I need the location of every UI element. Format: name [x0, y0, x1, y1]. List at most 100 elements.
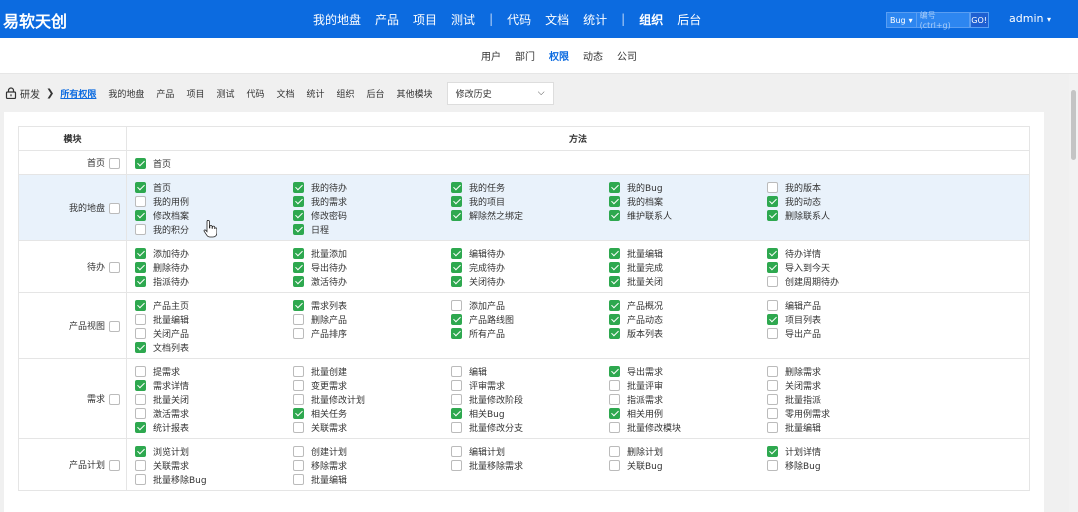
method-item[interactable]: 维护联系人 [609, 209, 767, 222]
method-checkbox[interactable] [451, 408, 462, 419]
sub-nav-item[interactable]: 用户 [481, 48, 501, 63]
method-checkbox[interactable] [293, 182, 304, 193]
method-checkbox[interactable] [293, 408, 304, 419]
method-checkbox[interactable] [293, 210, 304, 221]
method-checkbox[interactable] [135, 474, 146, 485]
method-item[interactable]: 批量修改分支 [451, 421, 609, 434]
method-item[interactable]: 我的项目 [451, 195, 609, 208]
method-checkbox[interactable] [609, 446, 620, 457]
method-item[interactable]: 待办详情 [767, 247, 925, 260]
method-item[interactable]: 删除产品 [293, 313, 451, 326]
method-checkbox[interactable] [767, 276, 778, 287]
method-item[interactable]: 我的Bug [609, 181, 767, 194]
method-checkbox[interactable] [451, 460, 462, 471]
sub-nav-item[interactable]: 部门 [515, 48, 535, 63]
user-menu[interactable]: admin ▾ [1009, 12, 1051, 25]
method-checkbox[interactable] [767, 262, 778, 273]
method-item[interactable]: 首页 [135, 157, 293, 170]
method-checkbox[interactable] [767, 408, 778, 419]
method-item[interactable]: 编辑 [451, 365, 609, 378]
toolbar-module-item[interactable]: 代码 [246, 87, 264, 100]
method-checkbox[interactable] [135, 276, 146, 287]
method-checkbox[interactable] [767, 328, 778, 339]
main-nav-item[interactable]: 测试 [451, 11, 475, 28]
method-checkbox[interactable] [609, 210, 620, 221]
method-checkbox[interactable] [767, 248, 778, 259]
method-checkbox[interactable] [293, 474, 304, 485]
toolbar-module-item[interactable]: 项目 [186, 87, 204, 100]
method-checkbox[interactable] [135, 196, 146, 207]
method-item[interactable]: 我的需求 [293, 195, 451, 208]
toolbar-module-item[interactable]: 文档 [276, 87, 294, 100]
main-nav-item[interactable]: 我的地盘 [313, 11, 361, 28]
method-checkbox[interactable] [451, 446, 462, 457]
method-item[interactable]: 编辑计划 [451, 445, 609, 458]
method-checkbox[interactable] [609, 314, 620, 325]
method-checkbox[interactable] [293, 262, 304, 273]
method-checkbox[interactable] [293, 314, 304, 325]
method-checkbox[interactable] [451, 262, 462, 273]
method-item[interactable]: 我的用例 [135, 195, 293, 208]
method-checkbox[interactable] [767, 314, 778, 325]
method-checkbox[interactable] [767, 380, 778, 391]
method-item[interactable]: 导出需求 [609, 365, 767, 378]
method-checkbox[interactable] [293, 380, 304, 391]
method-item[interactable]: 版本列表 [609, 327, 767, 340]
method-item[interactable]: 文档列表 [135, 341, 293, 354]
module-checkbox[interactable] [109, 321, 120, 332]
method-item[interactable]: 关联Bug [609, 459, 767, 472]
method-checkbox[interactable] [135, 366, 146, 377]
method-item[interactable]: 首页 [135, 181, 293, 194]
method-item[interactable]: 批量修改阶段 [451, 393, 609, 406]
method-checkbox[interactable] [135, 460, 146, 471]
method-item[interactable]: 批量创建 [293, 365, 451, 378]
method-item[interactable]: 批量修改模块 [609, 421, 767, 434]
method-checkbox[interactable] [451, 196, 462, 207]
method-item[interactable]: 关联需求 [135, 459, 293, 472]
method-checkbox[interactable] [767, 460, 778, 471]
method-item[interactable]: 批量移除需求 [451, 459, 609, 472]
method-checkbox[interactable] [135, 422, 146, 433]
method-item[interactable]: 指派待办 [135, 275, 293, 288]
toolbar-module-item[interactable]: 我的地盘 [108, 87, 144, 100]
method-checkbox[interactable] [767, 394, 778, 405]
method-item[interactable]: 批量编辑 [293, 473, 451, 486]
method-checkbox[interactable] [609, 276, 620, 287]
method-item[interactable]: 批量移除Bug [135, 473, 293, 486]
history-select[interactable]: 修改历史 ⌵ [446, 81, 554, 105]
method-item[interactable]: 导出产品 [767, 327, 925, 340]
method-checkbox[interactable] [451, 394, 462, 405]
method-item[interactable]: 计划详情 [767, 445, 925, 458]
method-checkbox[interactable] [135, 262, 146, 273]
method-checkbox[interactable] [451, 248, 462, 259]
module-checkbox[interactable] [109, 203, 120, 214]
method-checkbox[interactable] [135, 158, 146, 169]
method-checkbox[interactable] [451, 422, 462, 433]
method-checkbox[interactable] [451, 314, 462, 325]
method-checkbox[interactable] [135, 182, 146, 193]
main-nav-item[interactable]: 统计 [583, 11, 607, 28]
module-checkbox[interactable] [109, 158, 120, 169]
method-checkbox[interactable] [451, 328, 462, 339]
sub-nav-item[interactable]: 公司 [617, 48, 637, 63]
method-checkbox[interactable] [767, 422, 778, 433]
method-item[interactable]: 关闭待办 [451, 275, 609, 288]
method-item[interactable]: 删除需求 [767, 365, 925, 378]
method-item[interactable]: 日程 [293, 223, 451, 236]
toolbar-module-item[interactable]: 组织 [337, 87, 355, 100]
method-item[interactable]: 相关任务 [293, 407, 451, 420]
method-item[interactable]: 批量关闭 [135, 393, 293, 406]
method-checkbox[interactable] [609, 422, 620, 433]
scrollbar-thumb[interactable] [1071, 90, 1076, 160]
method-checkbox[interactable] [767, 210, 778, 221]
method-checkbox[interactable] [451, 366, 462, 377]
method-item[interactable]: 删除联系人 [767, 209, 925, 222]
method-item[interactable]: 导入到今天 [767, 261, 925, 274]
method-item[interactable]: 产品主页 [135, 299, 293, 312]
main-nav-item[interactable]: 组织 [639, 11, 663, 28]
method-item[interactable]: 产品动态 [609, 313, 767, 326]
method-checkbox[interactable] [135, 446, 146, 457]
method-checkbox[interactable] [135, 210, 146, 221]
method-item[interactable]: 相关Bug [451, 407, 609, 420]
method-item[interactable]: 添加产品 [451, 299, 609, 312]
